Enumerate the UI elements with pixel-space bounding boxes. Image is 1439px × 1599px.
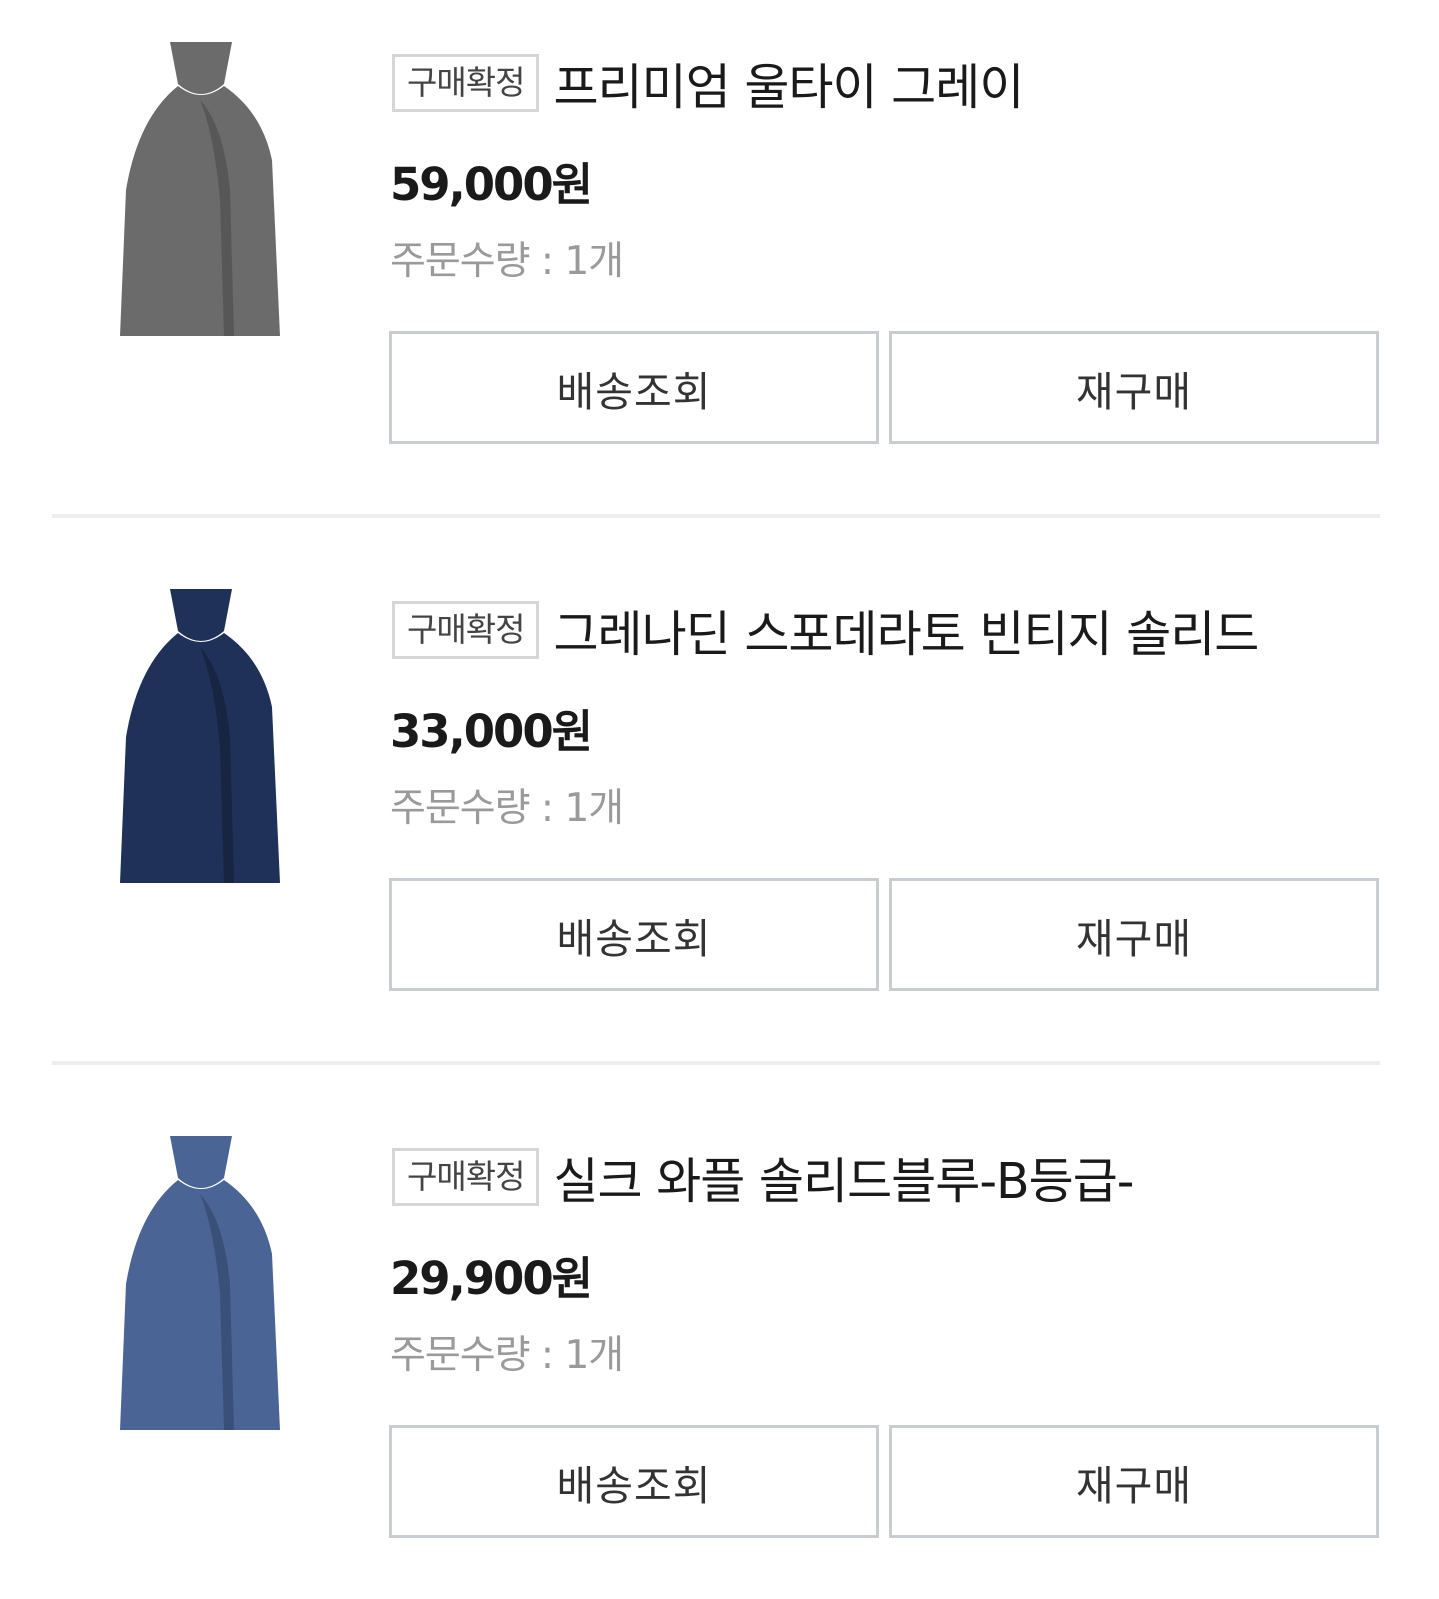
track-delivery-button[interactable]: 배송조회 — [389, 331, 879, 444]
tie-image — [120, 42, 280, 336]
order-item: 구매확정 그레나딘 스포데라토 빈티지 솔리드 33,000원 주문수량 : 1… — [0, 547, 1439, 1052]
title-row: 구매확정 실크 와플 솔리드블루-B등급- — [392, 1146, 1382, 1208]
status-badge: 구매확정 — [392, 601, 540, 659]
tie-image — [120, 1136, 280, 1430]
rebuy-button[interactable]: 재구매 — [889, 1425, 1379, 1538]
divider — [52, 514, 1380, 518]
product-thumbnail[interactable] — [112, 40, 287, 336]
tie-image — [120, 589, 280, 883]
product-price: 29,900원 — [390, 1252, 593, 1305]
product-name[interactable]: 프리미엄 울타이 그레이 — [553, 52, 1023, 115]
title-row: 구매확정 프리미엄 울타이 그레이 — [392, 52, 1382, 114]
order-quantity: 주문수량 : 1개 — [390, 786, 624, 831]
divider — [52, 1061, 1380, 1065]
title-row: 구매확정 그레나딘 스포데라토 빈티지 솔리드 — [392, 599, 1382, 661]
product-name[interactable]: 그레나딘 스포데라토 빈티지 솔리드 — [553, 599, 1258, 662]
track-delivery-button[interactable]: 배송조회 — [389, 878, 879, 991]
track-delivery-button[interactable]: 배송조회 — [389, 1425, 879, 1538]
order-quantity: 주문수량 : 1개 — [390, 1333, 624, 1378]
order-quantity: 주문수량 : 1개 — [390, 239, 624, 284]
product-price: 33,000원 — [390, 705, 593, 758]
product-thumbnail[interactable] — [112, 587, 287, 883]
rebuy-button[interactable]: 재구매 — [889, 331, 1379, 444]
product-thumbnail[interactable] — [112, 1134, 287, 1430]
product-price: 59,000원 — [390, 158, 593, 211]
status-badge: 구매확정 — [392, 54, 540, 112]
status-badge: 구매확정 — [392, 1148, 540, 1206]
order-item: 구매확정 실크 와플 솔리드블루-B등급- 29,900원 주문수량 : 1개 … — [0, 1094, 1439, 1599]
product-name[interactable]: 실크 와플 솔리드블루-B등급- — [553, 1146, 1133, 1209]
order-item: 구매확정 프리미엄 울타이 그레이 59,000원 주문수량 : 1개 배송조회… — [0, 0, 1439, 505]
rebuy-button[interactable]: 재구매 — [889, 878, 1379, 991]
